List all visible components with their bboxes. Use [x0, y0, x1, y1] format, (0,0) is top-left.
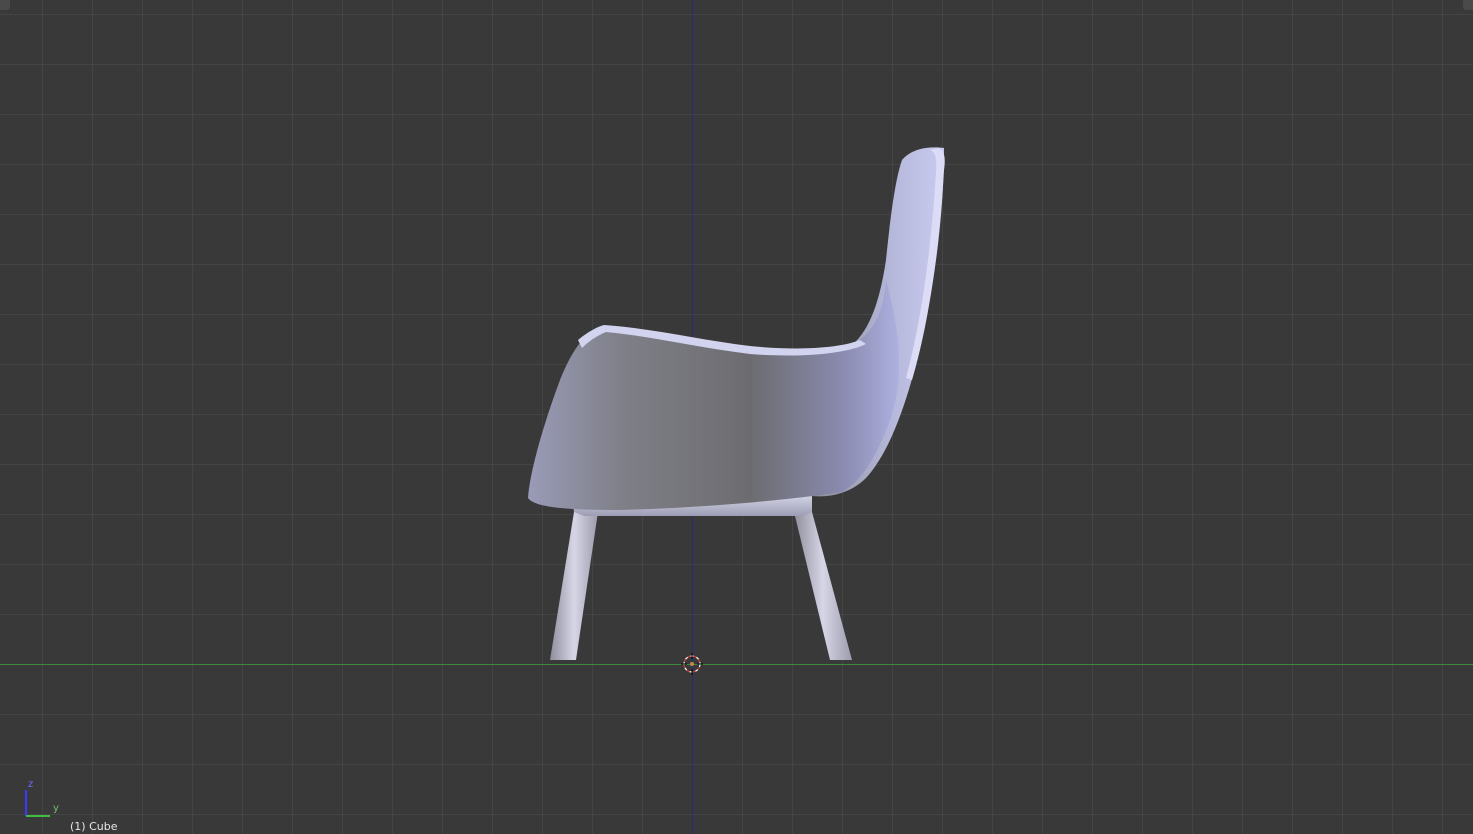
- gizmo-z-label: z: [28, 779, 34, 790]
- chair-leg-back: [794, 512, 852, 660]
- 3d-viewport[interactable]: z y (1) Cube: [0, 0, 1473, 834]
- navigation-gizmo-icon: z y: [18, 776, 68, 820]
- chair-seat-shell: [528, 280, 900, 510]
- chair-leg-front: [550, 512, 598, 660]
- active-object-label: (1) Cube: [70, 820, 118, 833]
- 3d-cursor-icon[interactable]: [681, 653, 703, 675]
- gizmo-y-label: y: [53, 803, 59, 814]
- chair-model[interactable]: [0, 0, 1473, 834]
